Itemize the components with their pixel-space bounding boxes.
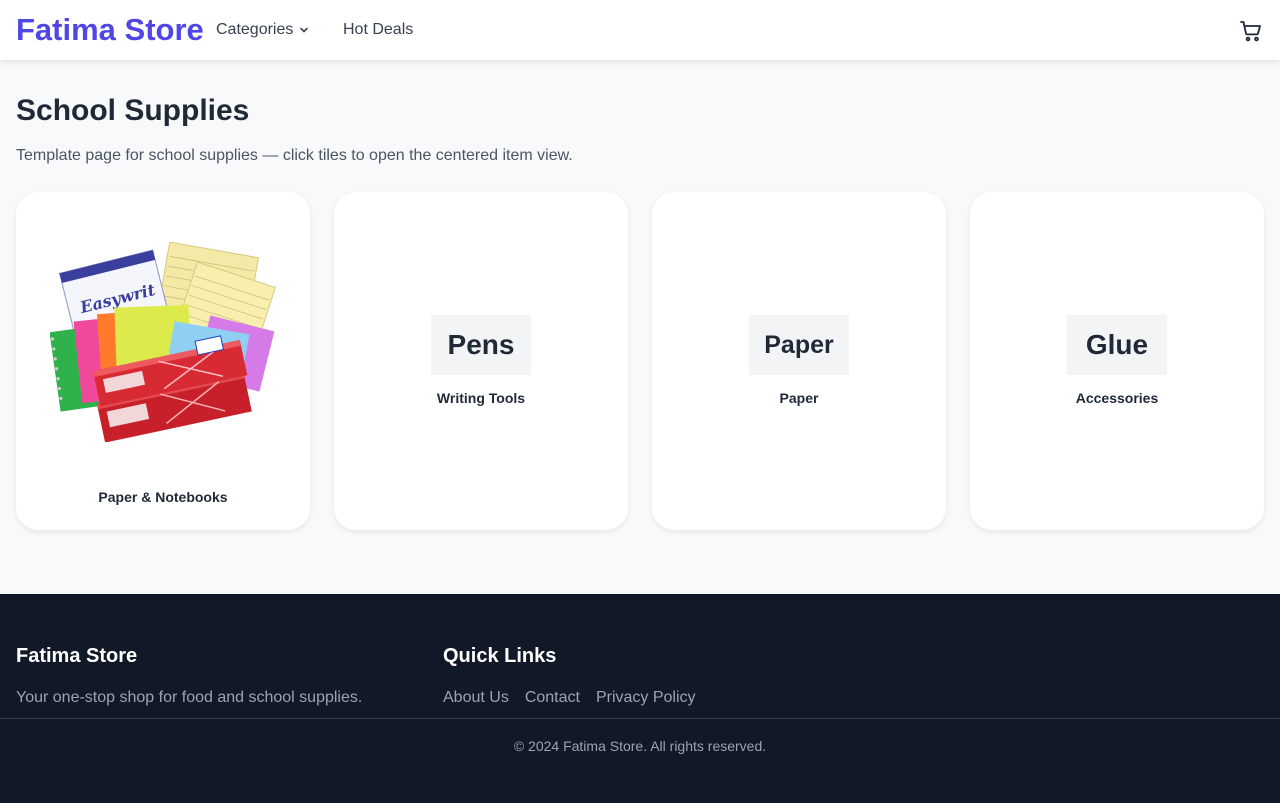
tile-thumbnail: Paper <box>749 315 849 375</box>
copyright: © 2024 Fatima Store. All rights reserved… <box>513 738 767 754</box>
footer-link-contact[interactable]: Contact <box>525 688 580 708</box>
cart-icon[interactable] <box>1239 19 1263 43</box>
top-navbar: Fatima Store Categories Hot Deals <box>0 0 1280 60</box>
tile-paper[interactable]: Paper Paper <box>652 192 946 530</box>
tile-writing-tools[interactable]: Pens Writing Tools <box>334 192 628 530</box>
brand-logo-link[interactable]: Fatima Store <box>16 11 204 49</box>
footer-tagline: Your one-stop shop for food and school s… <box>16 689 363 706</box>
nav-hot-deals[interactable]: Hot Deals <box>343 20 413 40</box>
tile-caption: Accessories <box>1075 390 1159 406</box>
quick-links: About Us Contact Privacy Policy <box>443 688 696 708</box>
page-subtitle: Template page for school supplies — clic… <box>16 147 573 164</box>
footer-link-about[interactable]: About Us <box>443 688 509 708</box>
paper-notebooks-photo: Easywrit <box>50 242 276 442</box>
tile-thumbnail: Pens <box>431 315 531 375</box>
footer-brand: Fatima Store <box>16 645 138 667</box>
categories-label: Categories <box>216 21 294 38</box>
tile-caption: Paper <box>779 390 819 406</box>
tile-caption: Writing Tools <box>436 390 526 406</box>
tile-thumbnail: Glue <box>1067 315 1167 375</box>
tile-caption: Paper & Notebooks <box>98 489 228 505</box>
tile-accessories[interactable]: Glue Accessories <box>970 192 1264 530</box>
footer-divider <box>0 718 1280 719</box>
page-title: School Supplies <box>16 94 250 127</box>
chevron-down-icon <box>300 27 309 33</box>
categories-dropdown[interactable]: Categories <box>216 20 309 40</box>
quick-links-title: Quick Links <box>443 645 557 667</box>
site-footer: Fatima Store Your one-stop shop for food… <box>0 594 1280 803</box>
footer-link-privacy[interactable]: Privacy Policy <box>596 688 696 708</box>
tile-paper-notebooks[interactable]: Easywrit Paper & Notebooks <box>16 192 310 530</box>
